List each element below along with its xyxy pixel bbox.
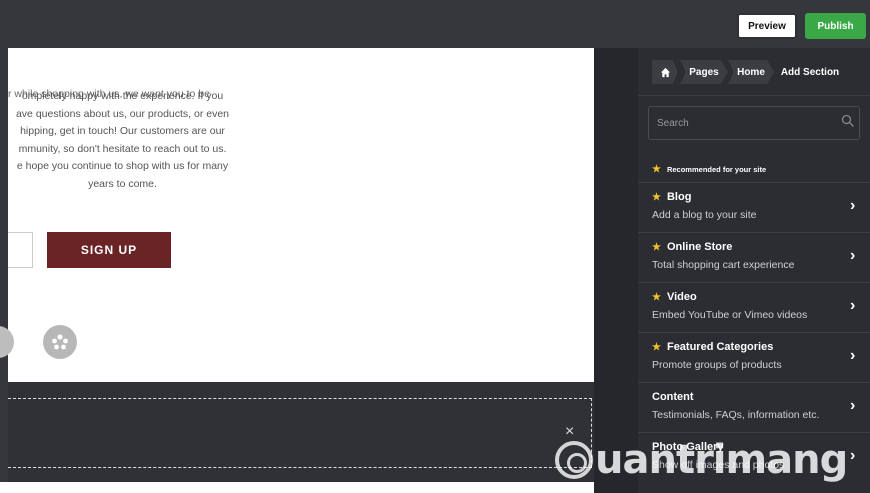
search-box — [648, 106, 860, 140]
search-icon[interactable] — [841, 114, 855, 128]
social-icon[interactable] — [0, 326, 16, 358]
top-toolbar: Preview Publish — [0, 0, 870, 48]
item-title: Online Store — [666, 241, 733, 253]
chevron-right-icon: › — [850, 197, 856, 214]
item-desc: Embed YouTube or Vimeo videos — [652, 309, 808, 321]
section-item-content[interactable]: Content Testimonials, FAQs, information … — [638, 382, 870, 432]
sign-up-button[interactable]: SIGN UP — [47, 232, 171, 268]
email-field[interactable] — [8, 232, 33, 268]
section-drop-zone[interactable] — [8, 398, 592, 468]
watermark-icon — [555, 441, 593, 479]
paragraph-line: hipping, get in touch! Our customers are… — [20, 125, 225, 137]
paragraph-line: e hope you continue to shop with us for … — [16, 160, 229, 172]
star-icon: ★ — [652, 164, 661, 175]
item-desc: Add a blog to your site — [652, 209, 757, 221]
item-desc: Promote groups of products — [652, 359, 782, 371]
chevron-right-icon: › — [850, 347, 856, 364]
breadcrumb-home[interactable]: Home — [728, 60, 774, 84]
paragraph-line: ave questions about us, our products, or… — [15, 107, 230, 120]
breadcrumb: Pages Home Add Section — [638, 48, 870, 96]
section-item-blog[interactable]: ★ Blog Add a blog to your site › — [638, 182, 870, 232]
paragraph-line: years to come. — [88, 177, 157, 190]
item-title: Featured Categories — [666, 341, 774, 353]
section-item-featured-categories[interactable]: ★ Featured Categories Promote groups of p… — [638, 332, 870, 382]
star-icon: ★ — [652, 341, 661, 353]
chevron-right-icon: › — [850, 297, 856, 314]
item-desc: Testimonials, FAQs, information etc. — [652, 409, 820, 421]
publish-button[interactable]: Publish — [805, 13, 866, 39]
chevron-right-icon: › — [850, 397, 856, 414]
paragraph-line: ompletely happy with the experience. If … — [21, 90, 224, 102]
search-input[interactable] — [649, 107, 829, 139]
item-title: Content — [652, 391, 694, 403]
page-bottom — [0, 482, 594, 493]
star-icon: ★ — [652, 291, 661, 303]
star-icon: ★ — [652, 241, 661, 253]
watermark-logo: uantrimang — [555, 430, 870, 490]
chevron-right-icon: › — [850, 247, 856, 264]
item-title: Video — [666, 291, 697, 303]
breadcrumb-pages[interactable]: Pages — [680, 60, 728, 84]
breadcrumb-add-section: Add Section — [780, 66, 840, 78]
section-item-online-store[interactable]: ★ Online Store Total shopping cart experi… — [638, 232, 870, 282]
add-section-panel: Pages Home Add Section ★ Recommended for… — [638, 48, 870, 493]
site-editor: Preview Publish r while shopping with us… — [0, 0, 870, 493]
section-item-video[interactable]: ★ Video Embed YouTube or Vimeo videos › — [638, 282, 870, 332]
recommended-label: ★ Recommended for your site — [652, 164, 767, 175]
preview-button[interactable]: Preview — [737, 13, 797, 39]
about-paragraph: ompletely happy with the experience. If … — [0, 88, 245, 193]
star-icon: ★ — [652, 191, 661, 203]
paragraph-line: mmunity, so don't hesitate to reach out … — [18, 142, 227, 155]
left-gutter — [0, 382, 8, 482]
item-desc: Total shopping cart experience — [652, 259, 795, 271]
home-icon[interactable] — [652, 60, 678, 84]
yelp-icon[interactable] — [43, 325, 77, 359]
panel-divider — [594, 48, 638, 493]
item-title: Blog — [666, 191, 692, 203]
